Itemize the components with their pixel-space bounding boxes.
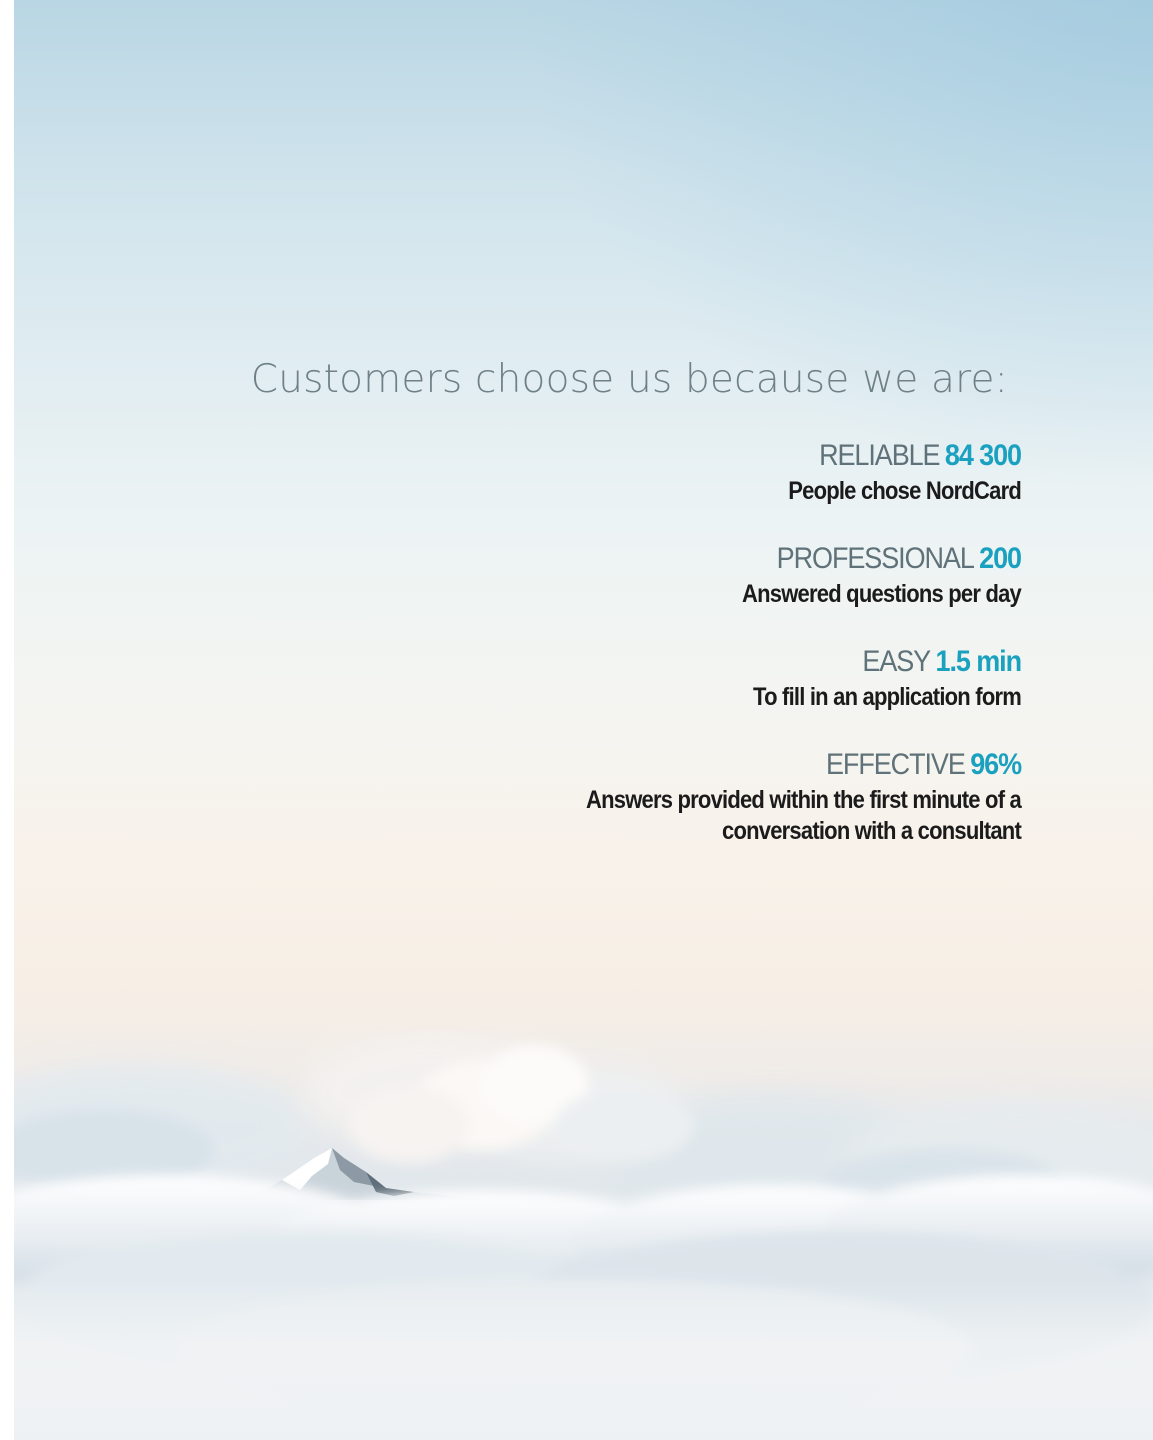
stat-description: Answers provided within the first minute… xyxy=(475,785,1022,847)
stat-label: PROFESSIONAL xyxy=(776,542,975,575)
stat-description-line: People chose NordCard xyxy=(788,477,1022,505)
stat-label: EFFECTIVE xyxy=(825,748,966,781)
stat-description-line: Answers provided within the first minute… xyxy=(586,786,1022,814)
headline: Customers choose us because we are: xyxy=(250,357,1008,402)
stat-description-line: To fill in an application form xyxy=(753,683,1022,711)
stat-description: To fill in an application form xyxy=(475,682,1022,713)
stat-description: Answered questions per day xyxy=(475,579,1022,610)
stat-reliable: RELIABLE 84 300 People chose NordCard xyxy=(401,436,1022,507)
stat-title: EASY 1.5 min xyxy=(463,642,1023,682)
stat-description-line: Answered questions per day xyxy=(742,580,1022,608)
stat-title: RELIABLE 84 300 xyxy=(463,436,1022,476)
stat-effective: EFFECTIVE 96% Answers provided within the… xyxy=(401,745,1022,847)
stat-value: 84 300 xyxy=(944,439,1022,472)
stat-title: EFFECTIVE 96% xyxy=(463,745,1022,785)
stat-description-line: conversation with a consultant xyxy=(722,817,1022,845)
stat-professional: PROFESSIONAL 200 Answered questions per d… xyxy=(401,539,1022,610)
stat-easy: EASY 1.5 min To fill in an application fo… xyxy=(401,642,1023,713)
stat-title: PROFESSIONAL 200 xyxy=(463,539,1022,579)
stat-label: EASY xyxy=(862,645,931,678)
stat-label: RELIABLE xyxy=(819,439,941,472)
stat-description: People chose NordCard xyxy=(475,476,1022,507)
stat-value: 1.5 min xyxy=(935,645,1023,678)
stat-value: 200 xyxy=(979,542,1022,575)
stats-list: RELIABLE 84 300 People chose NordCard PRO… xyxy=(401,436,1023,879)
clouds-mountain-image xyxy=(14,1035,1153,1440)
stat-value: 96% xyxy=(970,748,1022,781)
